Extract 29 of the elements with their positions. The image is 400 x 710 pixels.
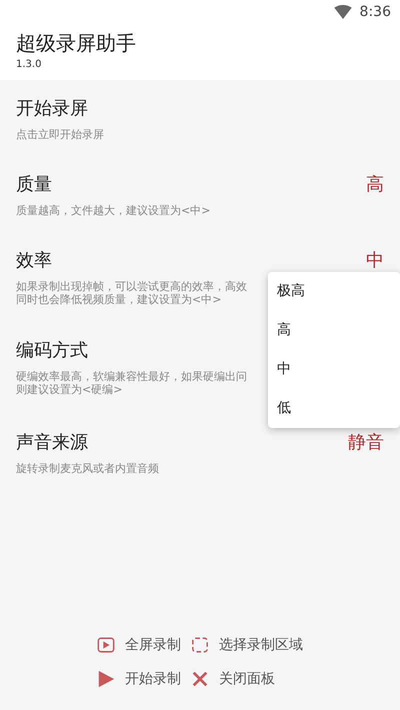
setting-value[interactable]: 中	[366, 248, 384, 272]
setting-description: 如果录制出现掉帧，可以尝试更高的效率，高效 同时也会降低视频质量，建议设置为<中>	[16, 280, 247, 306]
menu-item[interactable]: 中	[268, 350, 400, 389]
close-icon	[191, 670, 209, 688]
play-icon	[97, 636, 115, 654]
setting-description: 质量越高，文件越大，建议设置为<中>	[16, 204, 210, 217]
play-icon	[97, 670, 115, 688]
setting-title[interactable]: 质量	[16, 172, 52, 196]
setting-value[interactable]: 静音	[348, 430, 384, 454]
setting-description: 旋转录制麦克风或者内置音频	[16, 462, 159, 475]
app-title: 超级录屏助手	[16, 30, 137, 56]
setting-value[interactable]: 高	[366, 172, 384, 196]
menu-item[interactable]: 极高	[268, 272, 400, 311]
menu-item[interactable]: 高	[268, 311, 400, 350]
setting-title[interactable]: 编码方式	[16, 338, 88, 362]
menu-item[interactable]: 低	[268, 389, 400, 428]
clock: 8:36	[360, 4, 391, 20]
wifi-icon	[334, 5, 352, 19]
action-button[interactable]: 选择录制区域	[191, 636, 303, 654]
version-text: 1.3.0	[16, 59, 42, 70]
setting-title[interactable]: 效率	[16, 248, 52, 272]
action-button[interactable]: 全屏录制	[97, 636, 181, 654]
setting-description: 点击立即开始录屏	[16, 128, 104, 141]
action-button[interactable]: 关闭面板	[191, 670, 303, 688]
setting-title[interactable]: 声音来源	[16, 430, 88, 454]
action-button[interactable]: 开始录制	[97, 670, 181, 688]
setting-title[interactable]: 开始录屏	[16, 96, 88, 120]
setting-description: 硬编效率最高，软编兼容性最好，如果硬编出问 则建议设置为<硬编>	[16, 370, 247, 396]
selection-icon	[191, 636, 209, 654]
